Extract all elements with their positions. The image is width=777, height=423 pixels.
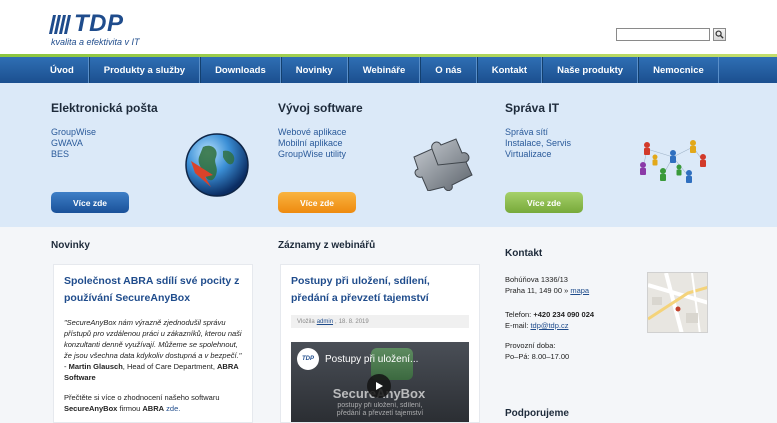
service-it-management: Správa IT Správa sítí Instalace, Servis … xyxy=(505,101,725,221)
webinar-meta-date: 18. 8. 2019 xyxy=(338,318,369,325)
news-body: "SecureAnyBox nám výrazně zjednodušil sp… xyxy=(64,318,242,413)
more-button[interactable]: Více zde xyxy=(505,192,583,213)
search-input[interactable] xyxy=(616,28,710,41)
email-link[interactable]: tdp@tdp.cz xyxy=(530,321,568,330)
video-caption: postupy při uložení, sdílení, předání a … xyxy=(336,402,424,417)
service-title: Správa IT xyxy=(505,101,560,115)
nav-item-produkty[interactable]: Produkty a služby xyxy=(88,57,201,83)
main-nav: Úvod Produkty a služby Downloads Novinky… xyxy=(0,57,777,83)
webinar-section-title: Záznamy z webinářů xyxy=(278,240,376,251)
site-header: TDP kvalita a efektivita v IT xyxy=(0,0,777,56)
webinar-meta-prefix: Vložila xyxy=(297,318,315,325)
nav-item-kontakt[interactable]: Kontakt xyxy=(476,57,543,83)
service-title: Vývoj software xyxy=(278,101,363,115)
hours-value: Po–Pá: 8.00–17.00 xyxy=(505,352,570,361)
map-thumbnail xyxy=(648,273,707,332)
contact-city: Praha 11, 149 00 » xyxy=(505,286,569,295)
news-quote: "SecureAnyBox nám výrazně zjednodušil sp… xyxy=(64,318,242,360)
news-author: Martin Glausch xyxy=(68,362,123,371)
news-more-mid: firmou xyxy=(119,404,141,413)
news-card: Společnost ABRA sdílí své pocity z použí… xyxy=(53,264,253,423)
more-button[interactable]: Více zde xyxy=(51,192,129,213)
news-more-text: Přečtěte si více o zhodnocení našeho sof… xyxy=(64,393,220,402)
news-more-company: ABRA xyxy=(142,404,165,413)
nav-item-webinare[interactable]: Webináře xyxy=(347,57,421,83)
webinar-card: Postupy při uložení, sdílení, předání a … xyxy=(280,264,480,423)
service-title: Elektronická pošta xyxy=(51,101,158,115)
nav-item-uvod[interactable]: Úvod xyxy=(36,57,89,83)
nav-item-nase-produkty[interactable]: Naše produkty xyxy=(542,57,639,83)
webinar-meta: Vložila admin, 18. 8. 2019 xyxy=(291,315,469,328)
contact-block: Bohúňova 1336/13 Praha 11, 149 00 » mapa… xyxy=(505,274,645,362)
news-more-link[interactable]: zde. xyxy=(166,404,180,413)
play-icon xyxy=(376,382,383,390)
search-form xyxy=(616,28,726,41)
video-title: Postupy při uložení... xyxy=(325,354,419,365)
news-author-role: , Head of Care Department, xyxy=(122,362,215,371)
webinar-video[interactable]: TDP Postupy při uložení... SecureAnyBox … xyxy=(291,342,469,422)
globe-icon xyxy=(185,133,249,197)
services-banner: Elektronická pošta GroupWise GWAVA BES V… xyxy=(0,83,777,227)
nav-item-downloads[interactable]: Downloads xyxy=(200,57,281,83)
play-button[interactable] xyxy=(367,374,391,398)
video-channel-avatar: TDP xyxy=(297,348,319,370)
more-button[interactable]: Více zde xyxy=(278,192,356,213)
service-email: Elektronická pošta GroupWise GWAVA BES V… xyxy=(51,101,271,221)
nav-item-nemocnice[interactable]: Nemocnice xyxy=(638,57,719,83)
logo-text: TDP xyxy=(74,10,124,37)
email-label: E-mail: xyxy=(505,321,529,330)
nav-item-o-nas[interactable]: O nás xyxy=(420,57,477,83)
phone-label: Telefon: xyxy=(505,310,532,319)
webinar-heading[interactable]: Postupy při uložení, sdílení, předání a … xyxy=(291,273,469,307)
news-section-title: Novinky xyxy=(51,240,90,251)
contact-street: Bohúňova 1336/13 xyxy=(505,275,568,284)
nav-item-novinky[interactable]: Novinky xyxy=(280,57,348,83)
puzzle-icon xyxy=(413,138,473,191)
map-link[interactable]: mapa xyxy=(570,286,589,295)
webinar-meta-author[interactable]: admin xyxy=(317,319,333,325)
logo-bars-icon xyxy=(48,14,72,34)
phone-number: +420 234 090 024 xyxy=(533,310,595,319)
search-icon xyxy=(715,30,724,39)
logo-tagline: kvalita a efektivita v IT xyxy=(51,37,140,47)
support-section-title: Podporujeme xyxy=(505,408,569,419)
news-product: SecureAnyBox xyxy=(64,404,118,413)
contact-section-title: Kontakt xyxy=(505,248,543,259)
service-software: Vývoj software Webové aplikace Mobilní a… xyxy=(278,101,498,221)
hours-label: Provozní doba: xyxy=(505,341,556,350)
network-figures-icon xyxy=(640,140,706,183)
location-map[interactable] xyxy=(647,272,708,333)
search-button[interactable] xyxy=(713,28,726,41)
tdp-logo[interactable]: TDP kvalita a efektivita v IT xyxy=(48,10,161,47)
news-heading[interactable]: Společnost ABRA sdílí své pocity z použí… xyxy=(64,273,242,307)
